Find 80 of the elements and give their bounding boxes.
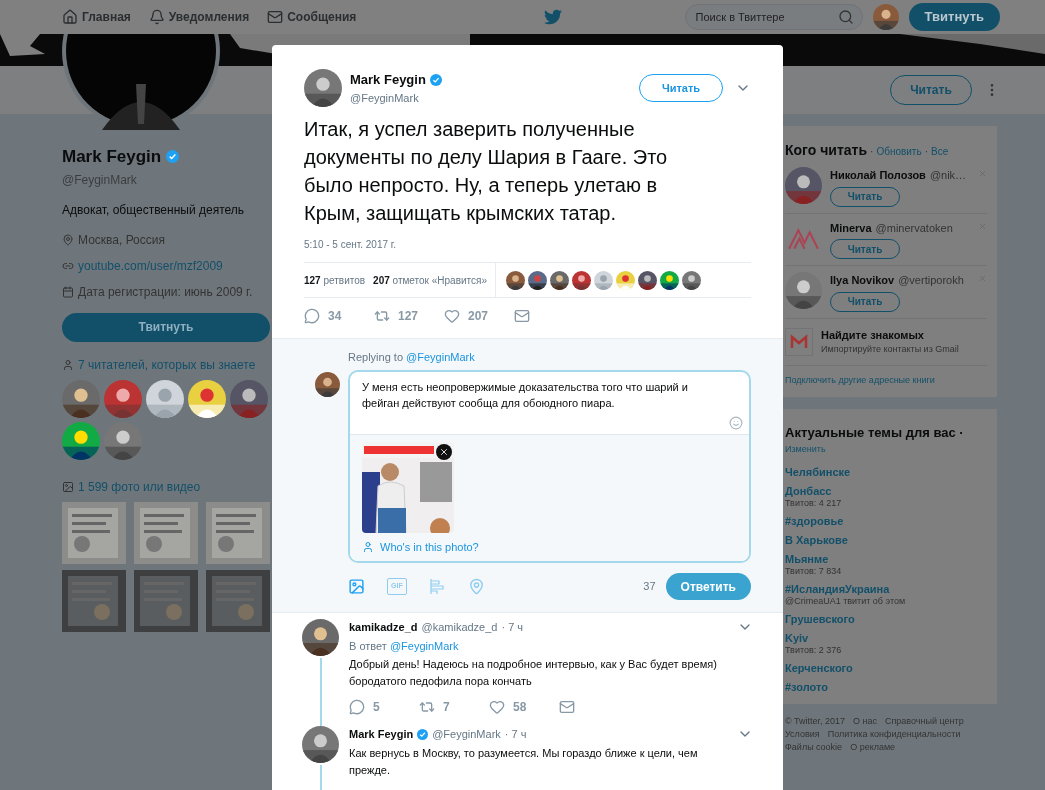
tweet-stat[interactable]: 207 отметок «Нравится» (373, 272, 487, 288)
nav-tab[interactable]: Уведомления (148, 0, 250, 34)
suggestion-handle: @nik… (929, 168, 967, 183)
trend-name[interactable]: Донбасс (785, 485, 989, 498)
profile-handle: @FeyginMark (62, 171, 138, 189)
nav-tab[interactable]: Главная (62, 0, 131, 34)
followers-link[interactable]: 7 читателей, которых вы знаете (78, 355, 256, 374)
mention-link[interactable]: @FeyginMark (406, 351, 475, 363)
trend-meta: Твитов: 7 834 (785, 566, 843, 577)
like-count: 207 (468, 308, 489, 325)
trend-name[interactable]: В Харькове (785, 534, 989, 547)
trend-name[interactable]: #золото (785, 681, 989, 694)
profile-link[interactable]: youtube.com/user/mzf2009 (78, 256, 223, 275)
tweet-text: Итак, я успел заверить полученные документы по делу Шария в Гааге. Это было непросто. Ну, а теперь улетаю в Крым, защищать крымских татар. (304, 117, 669, 226)
trend-name[interactable]: #здоровье (785, 515, 989, 528)
retweet-count: 7 (443, 699, 450, 716)
footer-link[interactable]: О нас (853, 716, 877, 727)
suggestion-handle: @vertiporokh (898, 273, 964, 288)
footer-link[interactable]: Условия (785, 729, 820, 740)
find-friends-title[interactable]: Найдите знакомых (821, 326, 959, 343)
profile-bio: Адвокат, общественный деятель (62, 201, 246, 219)
trend-meta: Твитов: 4 217 (785, 498, 843, 509)
mention-link[interactable]: @FeyginMark (389, 639, 459, 652)
suggestion-name[interactable]: Николай Полозов (830, 167, 926, 184)
card-link[interactable]: Изменить (785, 442, 989, 456)
replying-to: Replying to @FeyginMark (348, 350, 476, 365)
reply-text: У меня есть неопровержимые доказательства того что шарий и фейган действуют сообща для обоюдного пиара. (362, 379, 689, 411)
author-handle: @kamikadze_d (421, 620, 498, 635)
footer-link[interactable]: О рекламе (850, 742, 896, 753)
card-title: Кого читать (785, 141, 868, 160)
find-friends-subtitle: Импортируйте контакты из Gmail (821, 343, 959, 356)
trend-meta: @CrimeaUA1 твитит об этом (785, 596, 907, 607)
trend-meta: Твитов: 2 376 (785, 645, 843, 656)
trend-name[interactable]: Челябинске (785, 466, 989, 479)
profile-joined: Дата регистрации: июнь 2009 г. (78, 283, 253, 301)
retweet-count: 127 (398, 308, 419, 325)
tweet-time: 5:10 - 5 сент. 2017 г. (304, 238, 398, 252)
suggestion-name[interactable]: Minerva (830, 219, 872, 236)
reply-text: Как вернусь в Москву, то разумеется. Мы гораздо ближе к цели, чем прежде. (349, 745, 699, 778)
reply-count: 34 (328, 308, 342, 325)
connect-link[interactable]: Подключить другие адресные книги (785, 373, 987, 387)
footer-link[interactable]: Файлы cookie (785, 742, 843, 753)
reply-field[interactable]: У меня есть неопровержимые доказательства того что шарий и фейган действуют сообща для обоюдного пиара. Who's in this photo? (348, 369, 751, 563)
reply-button[interactable]: Ответить (665, 573, 751, 600)
tweet-stat[interactable]: 127 ретвитов (304, 272, 366, 288)
reply-context: В ответ @FeyginMark (349, 638, 460, 654)
trend-name[interactable]: Мьянме (785, 553, 989, 566)
footer-link[interactable]: Справочный центр (885, 716, 964, 727)
suggestion-name[interactable]: Ilya Novikov (830, 272, 895, 289)
footer-link[interactable]: Политика конфиденциальности (827, 729, 961, 740)
tweet-time: · 7 ч (504, 727, 527, 742)
character-counter: 37 (643, 579, 656, 595)
search-field[interactable]: Поиск в Твиттере (684, 4, 863, 30)
separator: · (924, 145, 928, 159)
tweet-time: · 7 ч (501, 620, 524, 635)
nav-tab[interactable]: Сообщения (267, 0, 357, 34)
tweet-button[interactable]: Твитнуть (62, 312, 270, 342)
profile-location: Москва, Россия (78, 231, 165, 249)
trend-name[interactable]: Керченского (785, 662, 989, 675)
author-handle: @FeyginMark (432, 727, 501, 742)
reply-count: 5 (373, 699, 380, 716)
card-title: Актуальные темы для вас · (785, 424, 965, 442)
profile-name: Mark Feygin (62, 146, 162, 168)
suggestion-handle: @minervatoken (875, 220, 953, 236)
card-link[interactable]: Обновить (876, 144, 922, 159)
footer-link[interactable]: © Twitter, 2017 (785, 716, 845, 727)
reply-text: Добрый день! Надеюсь на подробное интервью, как у Вас будет время) бородатого педофила пора кончать (349, 657, 718, 689)
author-handle: @FeyginMark (350, 90, 420, 106)
trend-name[interactable]: #ИсландияУкраина (785, 583, 989, 596)
like-count: 58 (513, 699, 527, 716)
trend-name[interactable]: Kyiv (785, 632, 989, 645)
author-name[interactable]: Mark Feygin (350, 70, 426, 90)
card-link[interactable]: Все (931, 144, 949, 159)
separator: · (870, 145, 874, 159)
trend-name[interactable]: Грушевского (785, 613, 989, 626)
author-name[interactable]: Mark Feygin (349, 726, 414, 743)
tweet-button[interactable]: Твитнуть (908, 3, 1000, 31)
media-link[interactable]: 1 599 фото или видео (78, 477, 201, 496)
tag-people-link[interactable]: Who's in this photo? (362, 538, 737, 555)
author-name[interactable]: kamikadze_d (349, 619, 418, 636)
